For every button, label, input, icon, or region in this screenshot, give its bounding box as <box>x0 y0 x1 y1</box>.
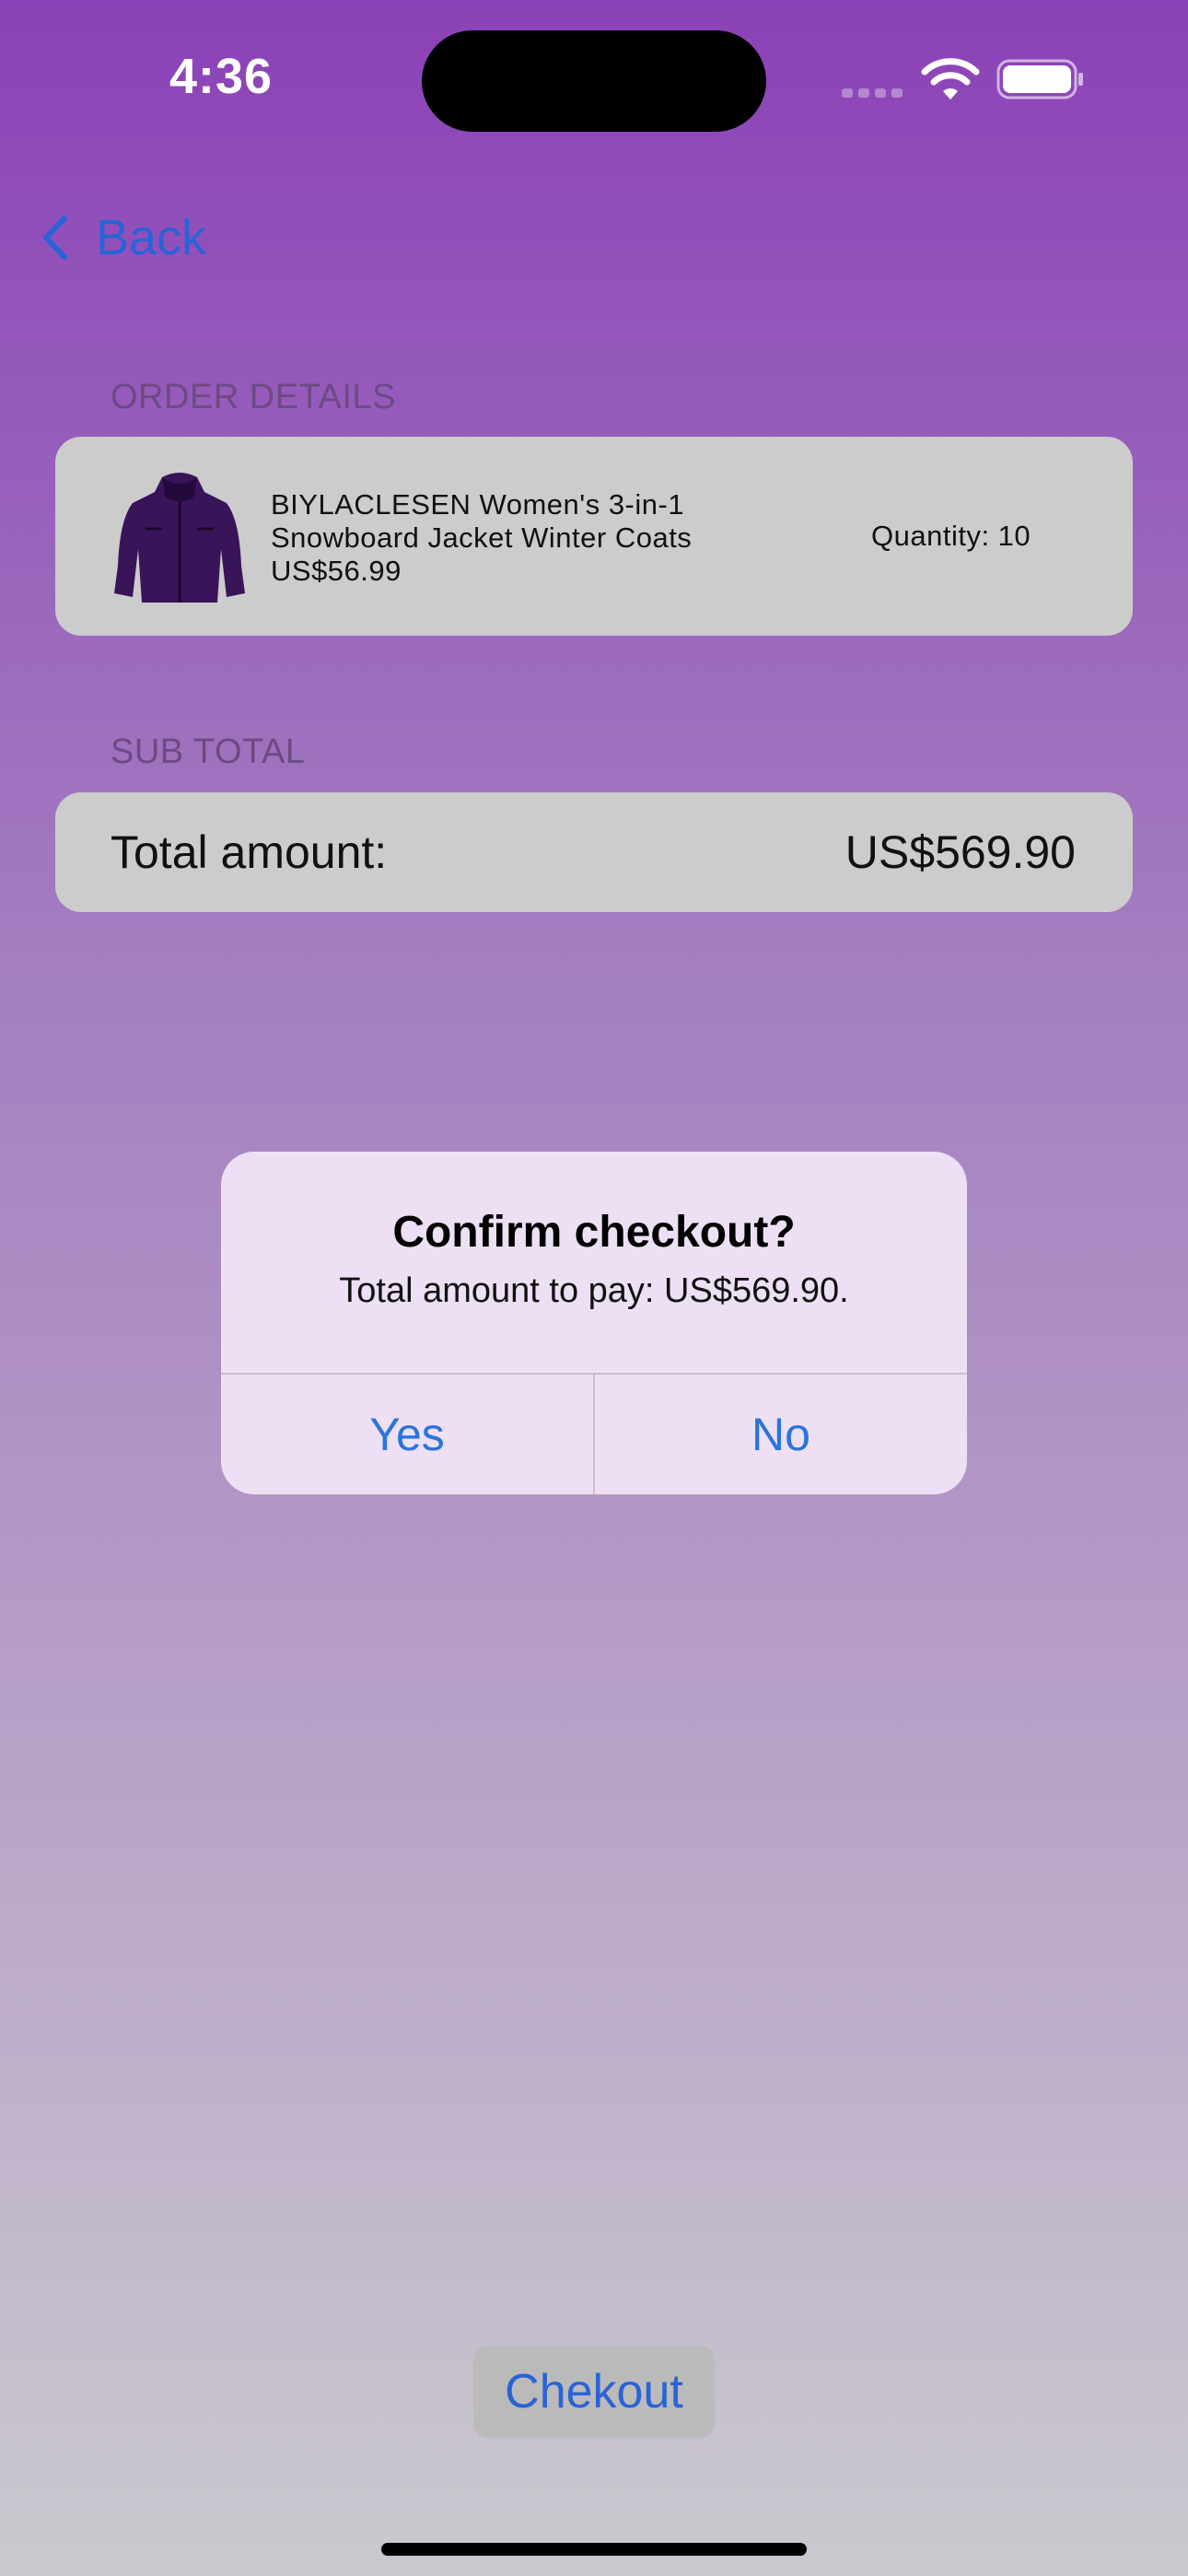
chevron-left-icon <box>43 216 67 260</box>
product-name-line1: BIYLACLESEN Women's 3-in-1 <box>271 488 685 521</box>
alert-yes-button[interactable]: Yes <box>221 1375 593 1494</box>
alert-message: Total amount to pay: US$569.90. <box>339 1271 849 1310</box>
subtotal-header: SUB TOTAL <box>111 732 306 771</box>
wifi-icon <box>921 58 980 100</box>
status-time: 4:36 <box>169 49 274 104</box>
total-amount-value: US$569.90 <box>844 826 1076 878</box>
cellular-signal-icon <box>842 85 906 98</box>
order-details-header: ORDER DETAILS <box>111 378 396 416</box>
alert-no-button[interactable]: No <box>595 1375 967 1494</box>
purple-jacket-image <box>114 473 245 603</box>
back-label: Back <box>96 210 207 265</box>
product-info: BIYLACLESEN Women's 3-in-1 Snowboard Jac… <box>271 488 692 588</box>
total-amount-label: Total amount: <box>111 826 388 878</box>
alert-title: Confirm checkout? <box>392 1208 796 1257</box>
status-bar: 4:36 <box>0 0 1188 157</box>
order-item-card: BIYLACLESEN Women's 3-in-1 Snowboard Jac… <box>55 437 1133 636</box>
product-quantity: Quantity: 10 <box>871 520 1031 552</box>
subtotal-card: Total amount: US$569.90 <box>55 792 1133 912</box>
back-button[interactable]: Back <box>41 201 206 275</box>
product-name-line2: Snowboard Jacket Winter Coats <box>271 521 693 554</box>
dynamic-island <box>422 30 766 132</box>
product-price: US$56.99 <box>271 555 402 587</box>
checkout-button[interactable]: Chekout <box>473 2346 715 2438</box>
confirm-checkout-alert: Confirm checkout? Total amount to pay: U… <box>221 1152 967 1494</box>
battery-icon <box>996 59 1083 100</box>
home-indicator[interactable] <box>381 2543 807 2556</box>
